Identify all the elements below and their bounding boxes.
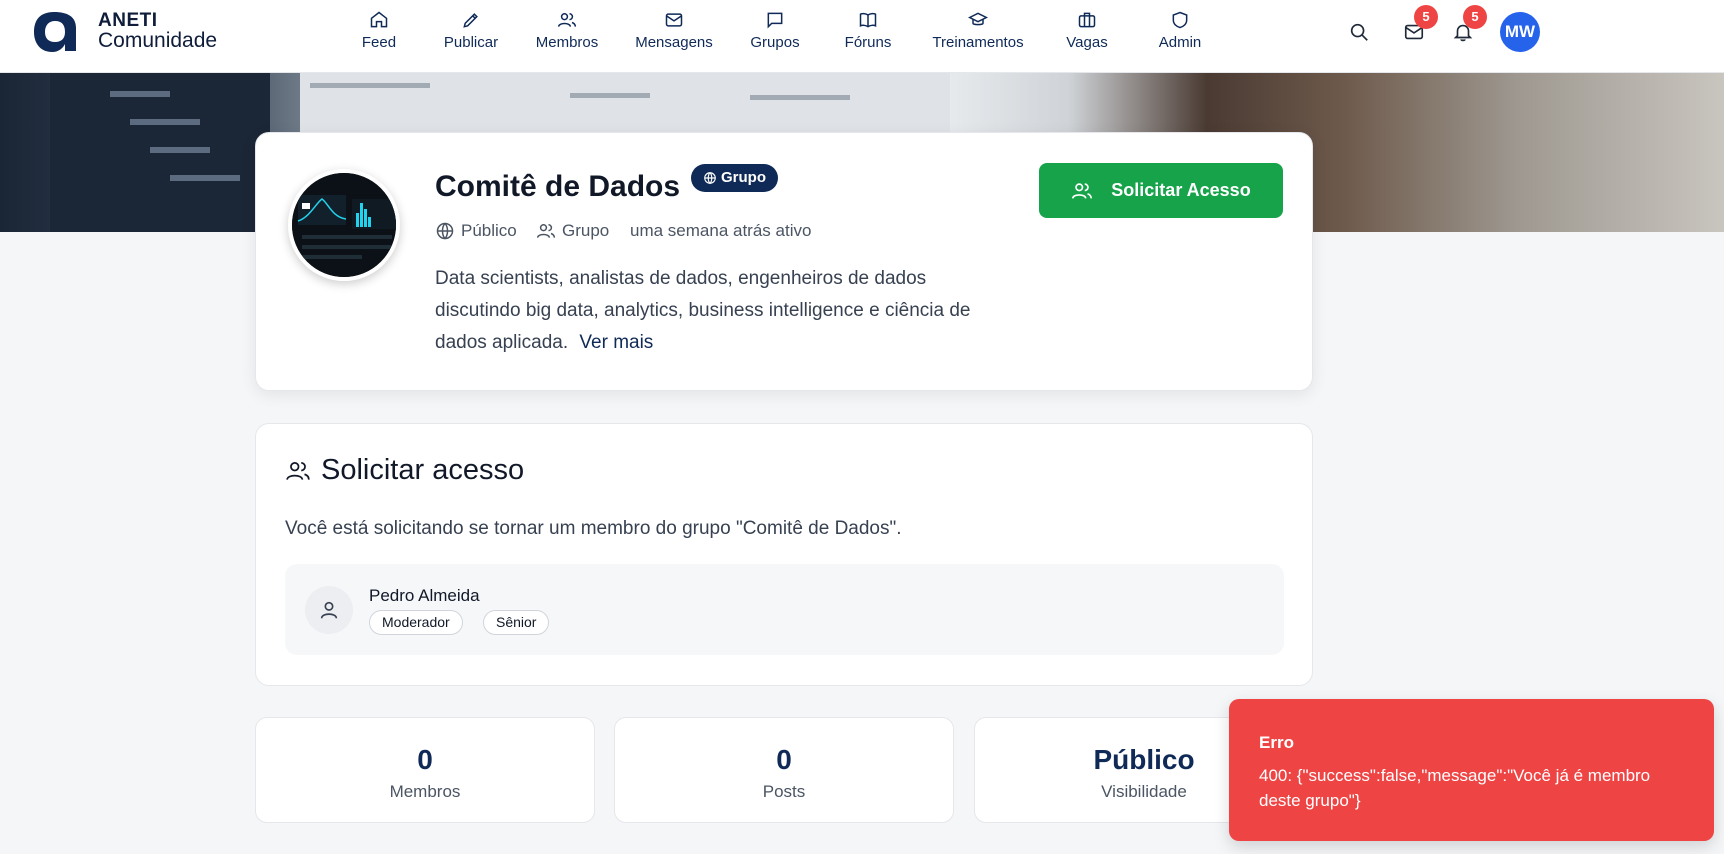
request-access-title-text: Solicitar acesso (321, 454, 525, 486)
user-icon (320, 601, 338, 619)
request-access-card: Solicitar acesso Você está solicitando s… (255, 423, 1313, 686)
nav-feed-label: Feed (361, 34, 397, 51)
user-avatar[interactable]: MW (1500, 12, 1540, 52)
nav-treinamentos-label: Treinamentos (932, 34, 1024, 51)
activity-meta: uma semana atrás ativo (630, 221, 811, 241)
nav-admin[interactable]: Admin (1157, 10, 1203, 62)
group-description: Data scientists, analistas de dados, eng… (435, 263, 1015, 359)
users-icon (557, 13, 577, 27)
kind-label: Grupo (562, 221, 610, 240)
shield-icon (1172, 11, 1188, 29)
nav-vagas-label: Vagas (1066, 34, 1108, 51)
error-toast-title: Erro (1259, 733, 1294, 752)
nav-grupos[interactable]: Grupos (749, 10, 801, 62)
top-navbar: ANETI Comunidade Feed Publicar Membros M… (0, 0, 1724, 73)
see-more-link[interactable]: Ver mais (579, 332, 653, 353)
nav-admin-label: Admin (1158, 34, 1202, 51)
visibility-meta: Público (435, 221, 517, 241)
globe-icon (704, 172, 716, 185)
group-description-text: Data scientists, analistas de dados, eng… (435, 268, 971, 353)
logo-subtitle: Comunidade (98, 29, 218, 52)
request-access-button[interactable]: Solicitar Acesso (1039, 163, 1283, 218)
visibility-label: Público (461, 221, 517, 240)
user-tag-level: Sênior (483, 610, 550, 635)
request-access-title: Solicitar acesso (285, 454, 524, 487)
error-toast[interactable]: Erro 400: {"success":false,"message":"Vo… (1229, 699, 1714, 841)
nav-feed[interactable]: Feed (357, 10, 401, 62)
stat-members-value: 0 (417, 744, 433, 775)
users-icon (286, 461, 310, 480)
request-access-text: Você está solicitando se tornar um membr… (285, 518, 902, 539)
request-access-label: Solicitar Acesso (1111, 180, 1251, 200)
user-avatar-placeholder (305, 586, 353, 634)
dashboard-thumbnail-icon (292, 173, 396, 277)
messages-badge: 5 (1414, 5, 1438, 29)
nav-foruns[interactable]: Fóruns (843, 10, 893, 62)
logo-title: ANETI (98, 10, 158, 31)
user-tag-role: Moderador (369, 610, 463, 635)
search-icon[interactable] (1348, 21, 1370, 43)
users-icon (1072, 182, 1093, 199)
group-avatar (288, 169, 400, 281)
briefcase-icon (1078, 12, 1096, 28)
nav-mensagens[interactable]: Mensagens (632, 10, 716, 62)
logo[interactable]: ANETI Comunidade (28, 8, 217, 54)
nav-publicar-label: Publicar (443, 34, 499, 51)
nav-mensagens-label: Mensagens (635, 34, 713, 51)
nav-treinamentos[interactable]: Treinamentos (931, 10, 1025, 62)
nav-membros[interactable]: Membros (532, 10, 602, 62)
group-title: Comitê de Dados (435, 170, 681, 203)
nav-foruns-label: Fóruns (844, 34, 892, 51)
logo-mark-icon (34, 12, 76, 52)
activity-label: uma semana atrás ativo (630, 221, 812, 240)
stat-members-label: Membros (389, 782, 461, 801)
notifications-badge: 5 (1463, 5, 1487, 29)
requesting-user-card: Pedro Almeida Moderador Sênior (285, 564, 1284, 655)
mail-icon (665, 13, 683, 27)
stat-posts-value: 0 (776, 744, 792, 775)
graduation-cap-icon (968, 12, 988, 26)
users-icon (536, 224, 556, 238)
nav-grupos-label: Grupos (750, 34, 800, 51)
stat-posts: 0 Posts (614, 717, 954, 823)
stat-members: 0 Membros (255, 717, 595, 823)
nav-publicar[interactable]: Publicar (438, 10, 504, 62)
error-toast-message: 400: {"success":false,"message":"Você já… (1259, 766, 1651, 810)
pen-icon (463, 13, 478, 28)
chat-icon (767, 12, 783, 29)
nav-membros-label: Membros (535, 34, 599, 51)
group-header-card: Comitê de Dados Grupo Público Grupo uma … (255, 132, 1313, 391)
kind-meta: Grupo (536, 221, 609, 241)
stat-posts-label: Posts (762, 782, 806, 801)
group-type-pill: Grupo (691, 164, 778, 192)
group-type-pill-label: Grupo (721, 169, 766, 186)
book-icon (859, 12, 877, 28)
globe-icon (436, 222, 454, 240)
nav-vagas[interactable]: Vagas (1066, 10, 1108, 62)
home-icon (370, 11, 388, 28)
user-name: Pedro Almeida (369, 586, 480, 605)
